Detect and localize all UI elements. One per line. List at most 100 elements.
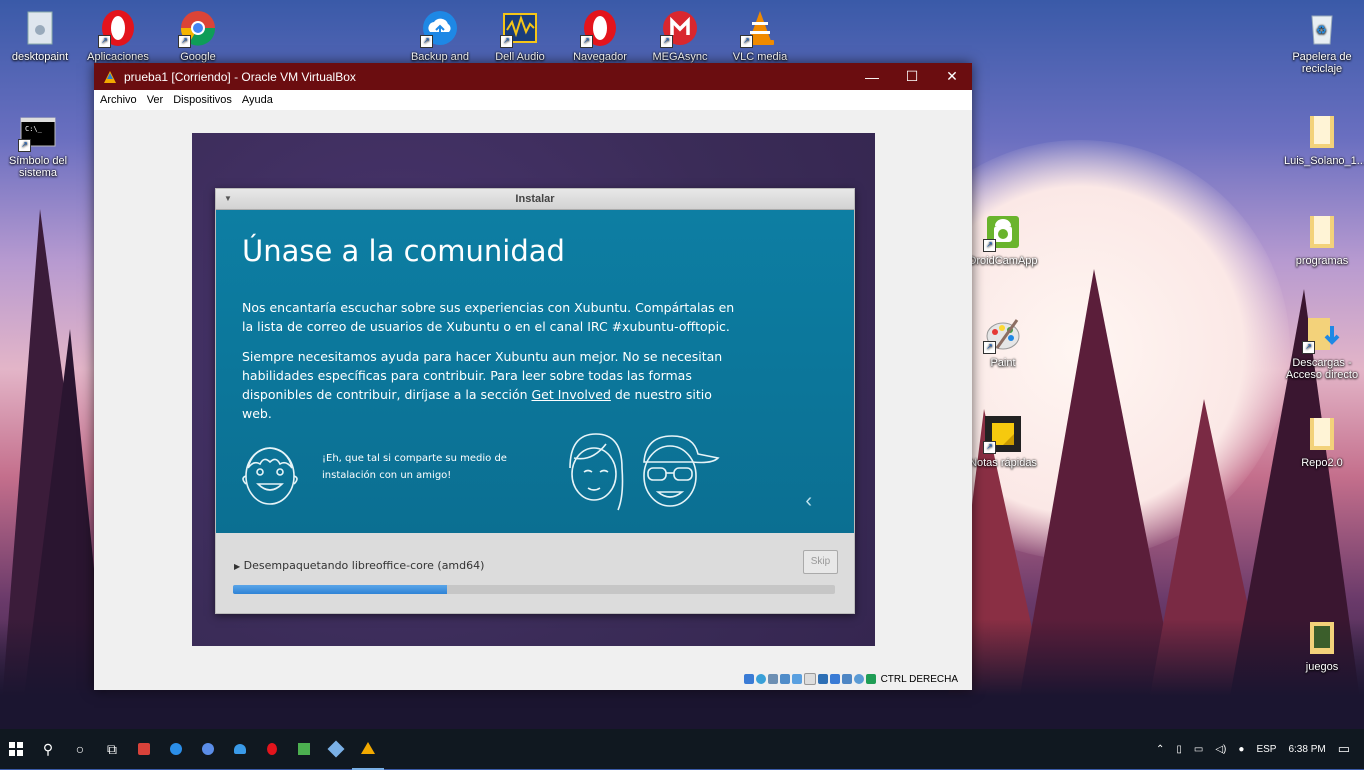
desktop-icon-aplicaciones[interactable]: ↗ Aplicaciones [80, 8, 156, 63]
shortcut-arrow-icon: ↗ [983, 441, 996, 454]
taskbar-virtualbox-manager-icon[interactable] [320, 729, 352, 769]
tray-network-icon[interactable]: ▭ [1194, 744, 1203, 755]
cortana-icon[interactable]: ○ [64, 729, 96, 769]
previous-slide-arrow-icon[interactable]: ‹ [805, 490, 812, 513]
menu-archivo[interactable]: Archivo [100, 94, 137, 106]
virtualbox-window[interactable]: prueba1 [Corriendo] - Oracle VM VirtualB… [94, 63, 972, 690]
display-icon[interactable] [817, 674, 828, 684]
virtualbox-icon [104, 70, 116, 83]
desktop-icon-papelera[interactable]: ♻ Papelera de reciclaje [1284, 8, 1360, 75]
desktop-icon-dell-audio[interactable]: ↗ Dell Audio [482, 8, 558, 63]
chrome-icon: ↗ [178, 8, 218, 48]
taskbar-app-4-icon[interactable] [224, 729, 256, 769]
minimize-button[interactable]: — [852, 63, 892, 90]
cpu-icon[interactable] [853, 674, 864, 684]
taskbar-app-1-icon[interactable] [128, 729, 160, 769]
shortcut-arrow-icon: ↗ [983, 341, 996, 354]
installer-titlebar[interactable]: ▼ Instalar [216, 189, 854, 210]
mega-icon: ↗ [660, 8, 700, 48]
skip-button[interactable]: Skip [803, 550, 838, 574]
tray-clock[interactable]: 6:38 PM [1288, 744, 1325, 755]
tray-overflow-icon[interactable]: ⌃ [1156, 744, 1164, 755]
taskbar-app-2-icon[interactable] [160, 729, 192, 769]
taskbar-opera-icon[interactable] [256, 729, 288, 769]
slideshow-panel: Únase a la comunidad Nos encantaría escu… [216, 210, 854, 533]
desktop-icon-droidcamapp[interactable]: ↗ DroidCamApp [965, 212, 1041, 267]
guest-display[interactable]: ▼ Instalar Únase a la comunidad Nos enca… [192, 133, 875, 646]
window-menu-caret-icon[interactable]: ▼ [224, 189, 232, 209]
task-view-icon[interactable]: ⧉ [96, 729, 128, 769]
person-illustration-icon [242, 447, 298, 505]
desktop-icon-desktopaint[interactable]: desktopaint [2, 8, 78, 63]
slide-paragraph-1: Nos encantaría escuchar sobre sus experi… [242, 300, 735, 334]
recycle-bin-icon: ♻ [1302, 8, 1342, 48]
installer-window[interactable]: ▼ Instalar Únase a la comunidad Nos enca… [215, 188, 855, 614]
desktop-icon-programas[interactable]: programas [1284, 212, 1360, 267]
close-button[interactable]: ✕ [932, 63, 972, 90]
downloads-folder-icon: ↗ [1302, 314, 1342, 354]
shortcut-arrow-icon: ↗ [740, 35, 753, 48]
audio-icon: ↗ [500, 8, 540, 48]
taskbar-virtualbox-vm-icon[interactable] [352, 728, 384, 770]
hard-disk-icon[interactable] [743, 674, 754, 684]
action-center-icon[interactable]: ▭ [1338, 741, 1350, 757]
taskbar-explorer-icon[interactable] [288, 729, 320, 769]
installer-title: Instalar [515, 193, 555, 205]
shortcut-arrow-icon: ↗ [1302, 341, 1315, 354]
desktop-icon-luis-solano[interactable]: Luis_Solano_1... [1284, 112, 1364, 167]
desktop-icon-juegos[interactable]: juegos [1284, 618, 1360, 673]
folder-icon [1302, 414, 1342, 454]
shared-folders-icon[interactable] [803, 673, 816, 685]
desktop-icon-navegador[interactable]: ↗ Navegador [562, 8, 638, 63]
windows-logo-icon [9, 742, 23, 756]
get-involved-link[interactable]: Get Involved [531, 387, 610, 402]
usb-icon[interactable] [791, 674, 802, 684]
tray-microphone-icon[interactable]: ● [1238, 744, 1244, 755]
folder-icon [1302, 212, 1342, 252]
recording-icon[interactable] [841, 674, 852, 684]
tray-volume-icon[interactable]: ◁) [1215, 744, 1226, 755]
optical-drive-icon[interactable] [755, 674, 766, 684]
network-icon[interactable] [779, 674, 790, 684]
shortcut-arrow-icon: ↗ [178, 35, 191, 48]
video-capture-icon[interactable] [829, 674, 840, 684]
menu-ayuda[interactable]: Ayuda [242, 94, 273, 106]
host-key-label: CTRL DERECHA [880, 673, 958, 685]
desktop-icon-repo20[interactable]: Repo2.0 [1284, 414, 1360, 469]
shortcut-arrow-icon: ↗ [500, 35, 513, 48]
terminal-icon: C:\_ ↗ [18, 112, 58, 152]
desktop-icon-descargas[interactable]: ↗ Descargas - Acceso directo [1284, 314, 1360, 381]
svg-text:♻: ♻ [1316, 23, 1327, 37]
shortcut-arrow-icon: ↗ [18, 139, 31, 152]
shortcut-arrow-icon: ↗ [420, 35, 433, 48]
opera-icon: ↗ [98, 8, 138, 48]
maximize-button[interactable]: ☐ [892, 63, 932, 90]
desktop-icon-megasync[interactable]: ↗ MEGAsync [642, 8, 718, 63]
folder-icon [1302, 618, 1342, 658]
desktop-icon-notas-rapidas[interactable]: ↗ Notas rápidas [965, 414, 1041, 469]
mouse-integration-icon[interactable] [865, 674, 876, 684]
installer-progress-area: ▶ Desempaquetando libreoffice-core (amd6… [216, 533, 854, 613]
install-status-text: Desempaquetando libreoffice-core (amd64) [243, 559, 485, 572]
desktop-icon-simbolo-del-sistema[interactable]: C:\_ ↗ Símbolo del sistema [0, 112, 76, 179]
shortcut-arrow-icon: ↗ [580, 35, 593, 48]
tray-language[interactable]: ESP [1256, 744, 1276, 755]
expander-triangle-icon[interactable]: ▶ [234, 562, 240, 571]
desktop-icon-paint[interactable]: ↗ Paint [965, 314, 1041, 369]
desktop-icon-vlc[interactable]: ↗ VLC media [722, 8, 798, 63]
vbox-titlebar[interactable]: prueba1 [Corriendo] - Oracle VM VirtualB… [94, 63, 972, 90]
taskbar-app-3-icon[interactable] [192, 729, 224, 769]
audio-icon[interactable] [767, 674, 778, 684]
menu-ver[interactable]: Ver [147, 94, 164, 106]
cloud-upload-icon: ↗ [420, 8, 460, 48]
system-tray: ⌃ ▯ ▭ ◁) ● ESP 6:38 PM ▭ [1150, 729, 1364, 769]
menu-dispositivos[interactable]: Dispositivos [173, 94, 232, 106]
search-icon[interactable]: ⚲ [32, 729, 64, 769]
shortcut-arrow-icon: ↗ [660, 35, 673, 48]
tray-usb-icon[interactable]: ▯ [1176, 744, 1182, 755]
opera-icon: ↗ [580, 8, 620, 48]
install-status[interactable]: ▶ Desempaquetando libreoffice-core (amd6… [234, 559, 484, 572]
start-button[interactable] [0, 729, 32, 769]
paint-icon: ↗ [983, 314, 1023, 354]
svg-text:C:\_: C:\_ [25, 125, 43, 133]
